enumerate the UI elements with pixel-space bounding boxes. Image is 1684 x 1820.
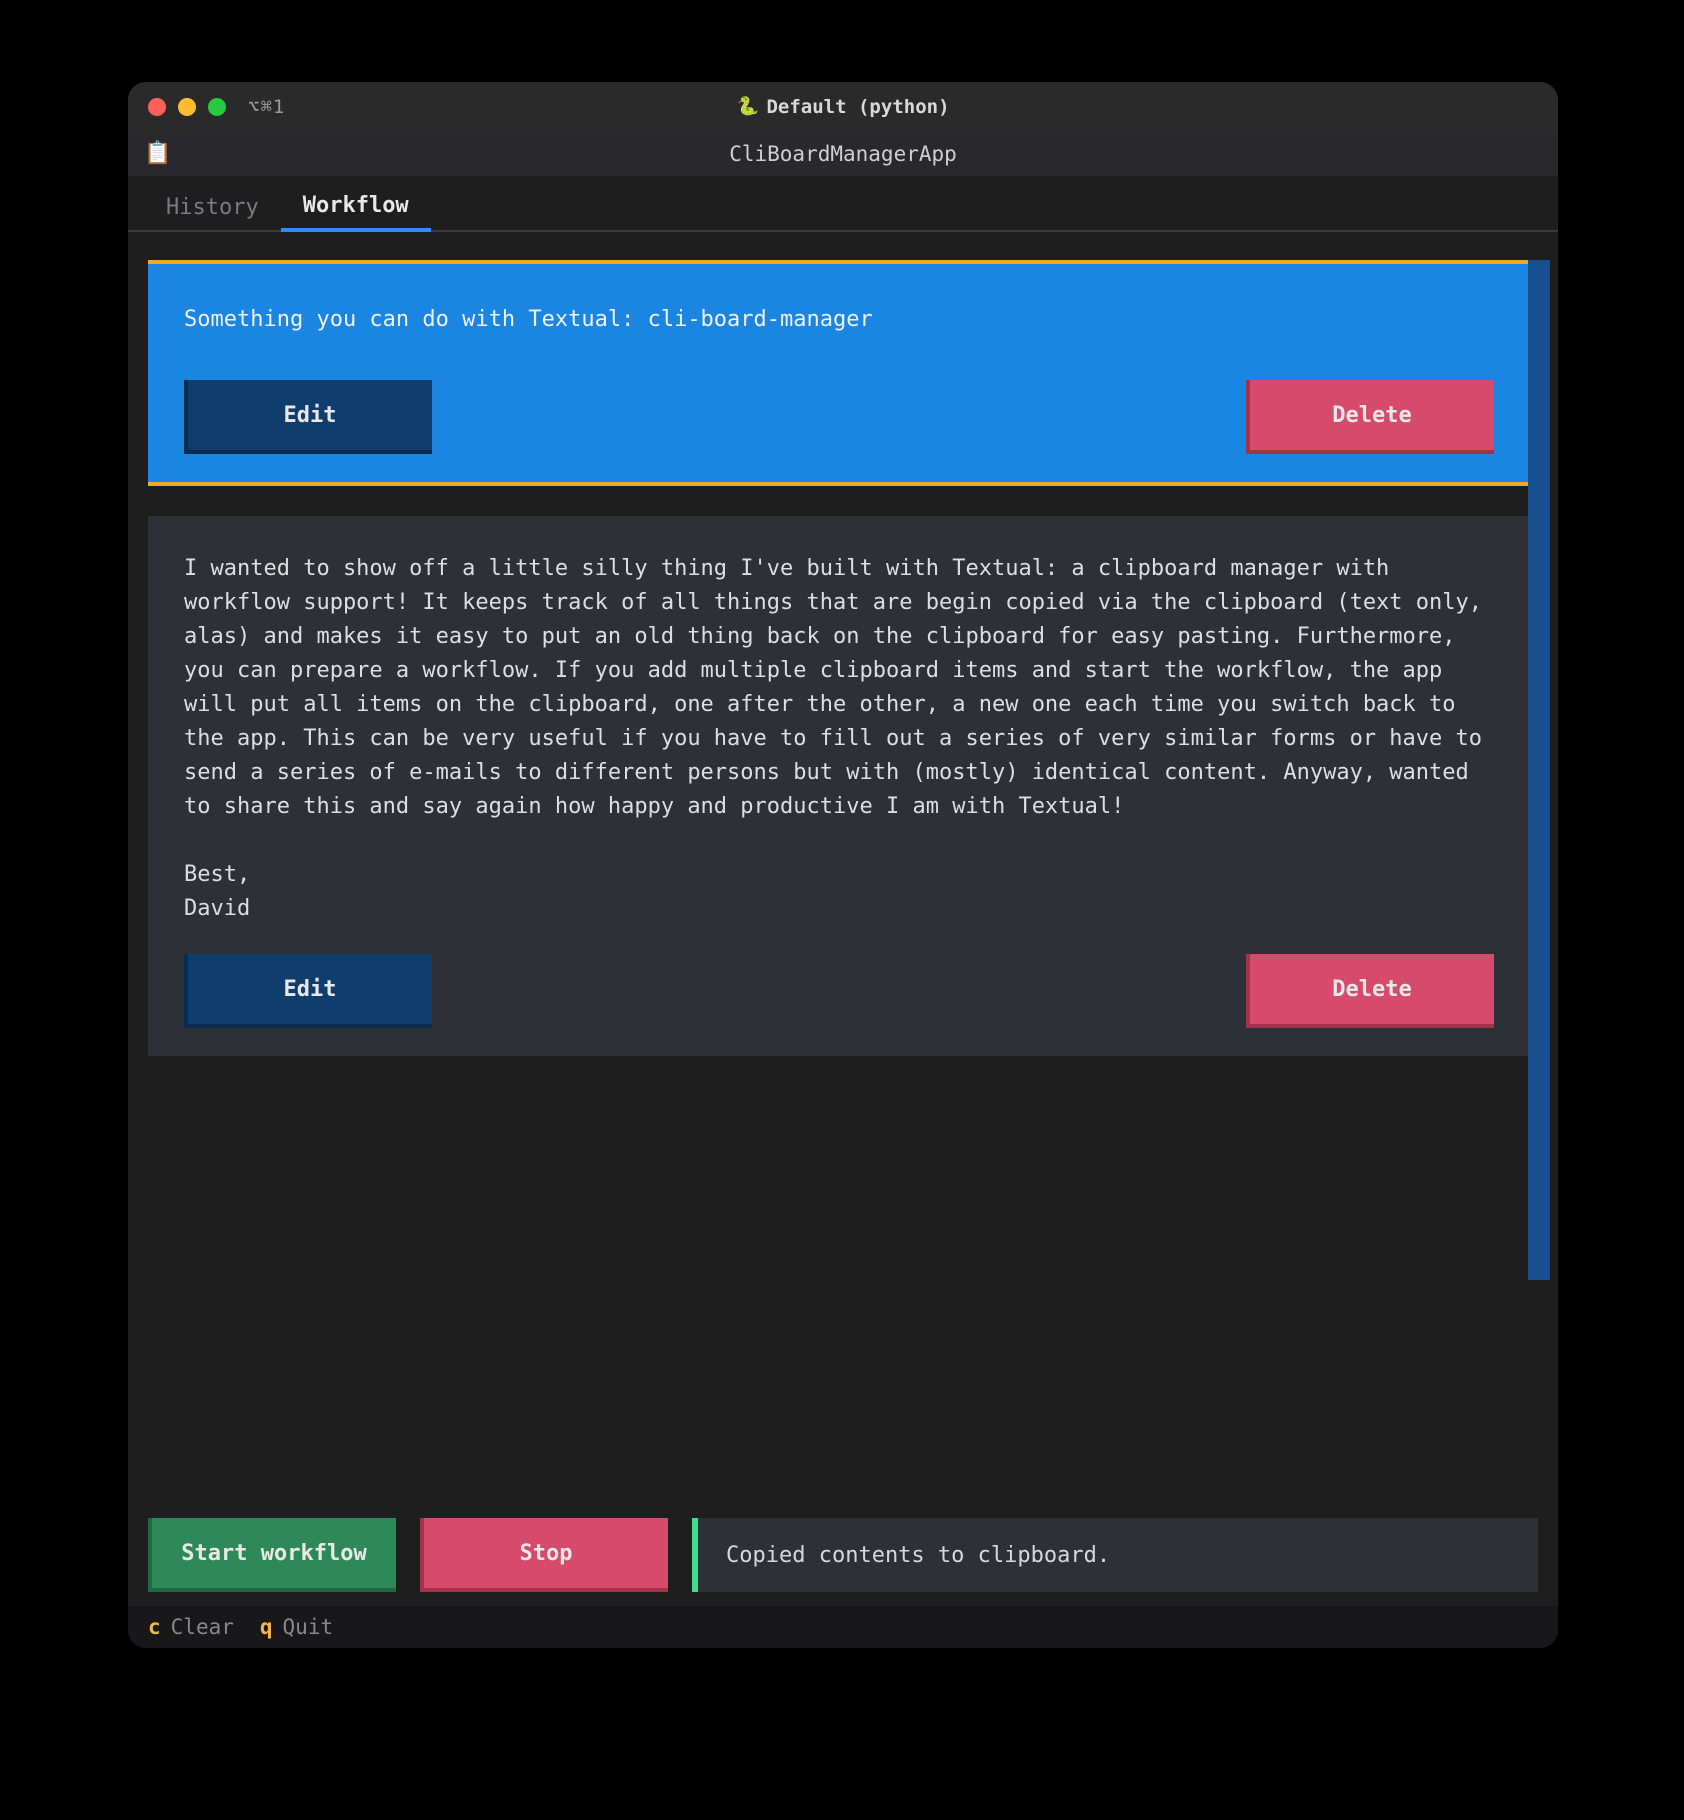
keys-footer: c Clear q Quit xyxy=(128,1606,1558,1648)
keybind-label: Quit xyxy=(283,1615,334,1639)
keybind-key: c xyxy=(148,1615,161,1639)
keybind-key: q xyxy=(260,1615,273,1639)
tabs-row: History Workflow xyxy=(128,176,1558,232)
titlebar-center: 🐍 Default (python) xyxy=(736,96,949,118)
app-title: CliBoardManagerApp xyxy=(729,142,957,166)
keybind-quit[interactable]: q Quit xyxy=(260,1615,333,1639)
app-header: 📋 CliBoardManagerApp xyxy=(128,132,1558,176)
workflow-card[interactable]: I wanted to show off a little silly thin… xyxy=(148,516,1530,1056)
status-text: Copied contents to clipboard. xyxy=(726,1543,1110,1568)
edit-button[interactable]: Edit xyxy=(184,380,432,454)
main-scroll-content: Something you can do with Textual: cli-b… xyxy=(148,260,1530,1504)
main-panel: Something you can do with Textual: cli-b… xyxy=(128,232,1558,1504)
delete-button[interactable]: Delete xyxy=(1246,954,1494,1028)
card-text: Something you can do with Textual: cli-b… xyxy=(184,304,1494,336)
mac-titlebar: ⌥⌘1 🐍 Default (python) xyxy=(128,82,1558,132)
card-buttons: Edit Delete xyxy=(184,380,1494,454)
python-icon: 🐍 xyxy=(736,97,756,117)
close-window-button[interactable] xyxy=(148,98,166,116)
scrollbar[interactable] xyxy=(1528,260,1550,1504)
maximize-window-button[interactable] xyxy=(208,98,226,116)
scrollbar-thumb[interactable] xyxy=(1528,260,1550,1280)
card-buttons: Edit Delete xyxy=(184,954,1494,1028)
clipboard-icon: 📋 xyxy=(144,141,166,167)
keybind-clear[interactable]: c Clear xyxy=(148,1615,234,1639)
delete-button[interactable]: Delete xyxy=(1246,380,1494,454)
status-toast: Copied contents to clipboard. xyxy=(692,1518,1538,1592)
tab-workflow[interactable]: Workflow xyxy=(281,181,431,232)
terminal-window: ⌥⌘1 🐍 Default (python) 📋 CliBoardManager… xyxy=(128,82,1558,1648)
titlebar-title: Default (python) xyxy=(766,96,949,118)
tab-history[interactable]: History xyxy=(144,183,281,230)
stop-button[interactable]: Stop xyxy=(420,1518,668,1592)
titlebar-shortcut-hint: ⌥⌘1 xyxy=(248,96,285,118)
workflow-card-selected[interactable]: Something you can do with Textual: cli-b… xyxy=(148,260,1530,486)
keybind-label: Clear xyxy=(171,1615,234,1639)
card-text: I wanted to show off a little silly thin… xyxy=(184,552,1494,926)
traffic-lights xyxy=(148,98,226,116)
action-row: Start workflow Stop Copied contents to c… xyxy=(128,1504,1558,1606)
minimize-window-button[interactable] xyxy=(178,98,196,116)
start-workflow-button[interactable]: Start workflow xyxy=(148,1518,396,1592)
edit-button[interactable]: Edit xyxy=(184,954,432,1028)
